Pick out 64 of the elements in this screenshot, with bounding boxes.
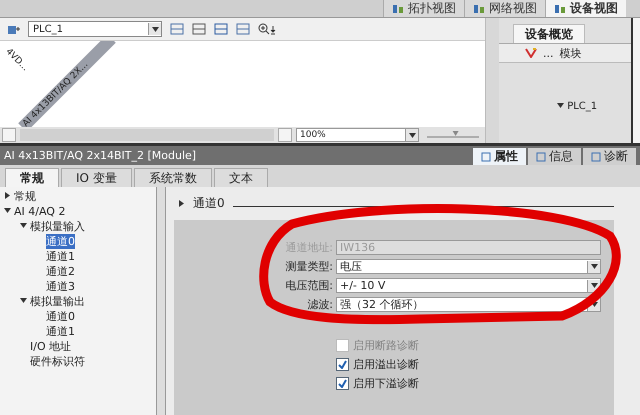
dropdown-arrow-icon[interactable] [408,132,416,138]
dropdown-field[interactable]: +/- 10 V [336,278,601,293]
field-label: 电压范围: [284,278,334,293]
device-icon[interactable] [6,23,20,35]
checkbox[interactable] [336,358,349,371]
view-icon [473,4,485,14]
dropdown-arrow-icon[interactable] [590,282,598,289]
tab[interactable]: IO 变量 [61,168,132,187]
field-label: 测量类型: [284,259,334,274]
tree-item[interactable]: AI 4/AQ 2 [14,205,66,218]
checkbox-label: 启用断路诊断 [353,338,419,353]
expanded-arrow-icon[interactable] [4,207,11,214]
tab-icon [481,152,491,162]
dropdown-arrow-icon[interactable] [152,26,158,32]
panel-tab[interactable]: 属性 [473,148,526,165]
tree-item[interactable]: 模拟量输入 [30,219,85,234]
column-header: 模块 [560,46,582,60]
tree-item[interactable]: 常规 [14,189,36,204]
inspector-title: AI 4x13BIT/AQ 2x14BIT_2 [Module] [4,149,196,162]
collapsed-arrow-icon[interactable] [4,192,11,199]
panel-tab[interactable]: 信息 [528,148,581,165]
device-dropdown[interactable]: PLC_1 [28,21,162,37]
tree-item[interactable]: 通道3 [46,279,75,294]
tree-item[interactable]: 通道2 [46,264,75,279]
vertical-scrollbar[interactable] [485,18,499,143]
grid-icon[interactable] [236,23,250,35]
dropdown-field[interactable]: 电压 [336,259,601,274]
tree-item[interactable]: 模拟量输出 [30,294,85,309]
zoom-dropdown[interactable]: 100% [296,128,419,142]
table-cell: PLC_1 [567,101,598,112]
expanded-arrow-icon[interactable] [20,297,27,304]
tree-item[interactable]: 硬件标识符 [30,354,85,369]
tab[interactable]: 系统常数 [134,168,212,187]
table-icon[interactable] [170,23,184,35]
tree-item[interactable]: I/O 地址 [30,339,72,354]
checkbox-label: 启用溢出诊断 [353,357,419,372]
view-icon [554,4,566,14]
tree-item[interactable]: 通道1 [46,324,75,339]
tree-item[interactable]: 通道0 [46,234,75,249]
view-tab[interactable]: 网络视图 [464,0,545,17]
slider-thumb[interactable] [452,131,459,136]
checkbox[interactable] [336,377,349,390]
collapse-arrow-icon[interactable] [178,200,185,207]
expanded-arrow-icon[interactable] [20,222,27,229]
dropdown-arrow-icon[interactable] [590,263,598,270]
dropdown-field[interactable]: 强（32 个循环） [336,297,601,312]
view-icon [392,4,404,14]
tab[interactable]: 常规 [5,168,59,187]
zoom-in-icon[interactable] [258,23,278,35]
view-tab[interactable]: 设备视图 [545,0,626,17]
panel-tab[interactable]: 诊断 [583,148,636,165]
tab-icon [536,152,546,162]
overview-tab[interactable]: 设备概览 [513,24,585,43]
column-header: ... [543,46,554,60]
tab-icon [591,152,601,162]
tree-item[interactable]: 通道0 [46,309,75,324]
field-label: 滤波: [306,297,334,312]
tree-item[interactable]: 通道1 [46,249,75,264]
tab[interactable]: 文本 [214,168,268,187]
view-tab[interactable]: 拓扑视图 [383,0,464,17]
expanded-arrow-icon[interactable] [557,102,564,109]
dropdown-arrow-icon[interactable] [590,301,598,308]
section-title: 通道0 [193,195,225,212]
checkbox-label: 启用下溢诊断 [353,376,419,391]
